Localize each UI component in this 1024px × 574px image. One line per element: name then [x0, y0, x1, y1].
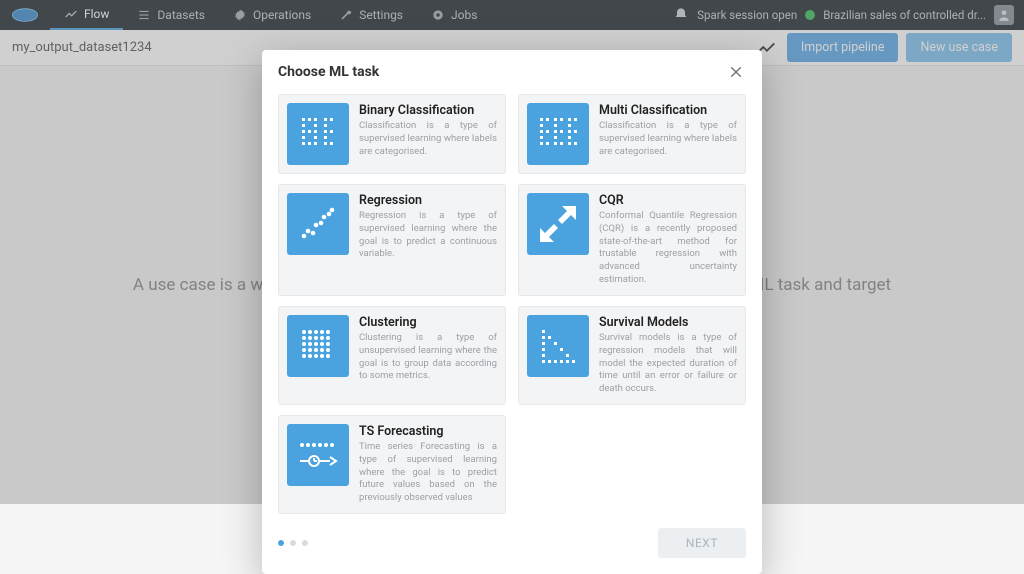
task-desc: Conformal Quantile Regression (CQR) is a… [599, 210, 737, 287]
task-desc: Classification is a type of supervised l… [359, 120, 497, 158]
task-title: Clustering [359, 315, 497, 330]
modal-title: Choose ML task [278, 64, 379, 80]
task-clustering[interactable]: Clustering Clustering is a type of unsup… [278, 306, 506, 405]
task-cqr[interactable]: CQR Conformal Quantile Regression (CQR) … [518, 184, 746, 296]
task-desc: Survival models is a type of regression … [599, 332, 737, 396]
task-title: Regression [359, 193, 497, 208]
close-icon[interactable] [726, 62, 746, 82]
choose-ml-task-modal: Choose ML task Binary Classification Cla… [262, 50, 762, 574]
task-title: Binary Classification [359, 103, 497, 118]
stepper-dots [278, 540, 308, 546]
task-desc: Regression is a type of supervised learn… [359, 210, 497, 261]
task-title: TS Forecasting [359, 424, 497, 439]
task-multi-classification[interactable]: Multi Classification Classification is a… [518, 94, 746, 174]
task-survival-models[interactable]: Survival Models Survival models is a typ… [518, 306, 746, 405]
step-dot-3[interactable] [302, 540, 308, 546]
task-desc: Time series Forecasting is a type of sup… [359, 441, 497, 505]
regression-icon [287, 193, 349, 255]
step-dot-1[interactable] [278, 540, 284, 546]
binary-classification-icon [287, 103, 349, 165]
task-title: Multi Classification [599, 103, 737, 118]
task-desc: Clustering is a type of unsupervised lea… [359, 332, 497, 383]
task-ts-forecasting[interactable]: TS Forecasting Time series Forecasting i… [278, 415, 506, 514]
clustering-icon [287, 315, 349, 377]
cqr-icon [527, 193, 589, 255]
survival-icon [527, 315, 589, 377]
task-title: CQR [599, 193, 737, 208]
multi-classification-icon [527, 103, 589, 165]
step-dot-2[interactable] [290, 540, 296, 546]
task-binary-classification[interactable]: Binary Classification Classification is … [278, 94, 506, 174]
next-button[interactable]: NEXT [658, 528, 746, 558]
task-desc: Classification is a type of supervised l… [599, 120, 737, 158]
task-title: Survival Models [599, 315, 737, 330]
task-regression[interactable]: Regression Regression is a type of super… [278, 184, 506, 296]
ts-forecasting-icon [287, 424, 349, 486]
